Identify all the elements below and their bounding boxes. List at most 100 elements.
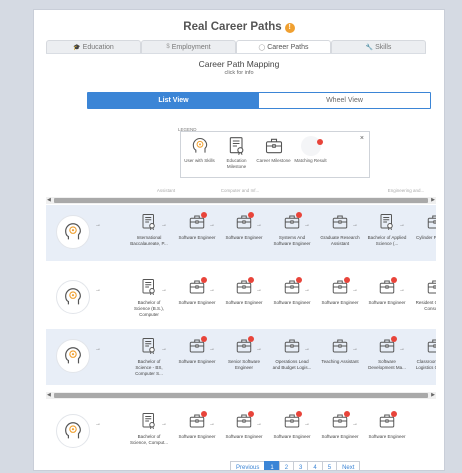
arrow-icon: → bbox=[352, 421, 358, 427]
page-button[interactable]: 5 bbox=[321, 461, 338, 470]
briefcase-icon bbox=[234, 277, 254, 296]
head-icon bbox=[62, 286, 84, 308]
arrow-icon: → bbox=[209, 346, 215, 352]
path-row: → Bachelor of Science, Comput... → Software… bbox=[46, 404, 436, 454]
arrow-icon: → bbox=[95, 346, 101, 352]
graduation-icon: 🎓 bbox=[73, 44, 81, 51]
career-milestone[interactable]: Senior Software Engineer bbox=[224, 336, 264, 371]
arrow-icon: → bbox=[256, 222, 262, 228]
arrow-icon: → bbox=[209, 421, 215, 427]
milestone-label: Software Engineer bbox=[178, 434, 216, 439]
scroll-thumb[interactable] bbox=[54, 198, 428, 203]
legend-item: User with Skills bbox=[181, 136, 218, 164]
career-milestone[interactable]: Cylinder Processor bbox=[415, 213, 436, 241]
milestone-label: Systems And Software Engineer bbox=[273, 235, 311, 246]
scroll-left-icon[interactable]: ◀ bbox=[47, 197, 51, 204]
briefcase-icon bbox=[377, 411, 397, 430]
tab-employment[interactable]: $ Employment bbox=[141, 40, 236, 53]
match-dot-icon bbox=[296, 212, 302, 218]
scroll-right-icon[interactable]: ▶ bbox=[431, 197, 435, 204]
milestone-label: Teaching Assistant bbox=[321, 359, 359, 364]
briefcase-icon bbox=[425, 278, 436, 296]
match-dot-icon bbox=[344, 411, 350, 417]
education-milestone[interactable]: International Baccalaureate, P... bbox=[129, 213, 169, 247]
red-dot-icon bbox=[300, 136, 323, 156]
career-milestone[interactable]: Software Development Ma... bbox=[367, 336, 407, 371]
match-dot-icon bbox=[391, 277, 397, 283]
legend-close-icon[interactable]: × bbox=[360, 135, 364, 142]
milestone-label: International Baccalaureate, P... bbox=[130, 235, 168, 246]
milestone-label: Software Engineer bbox=[368, 434, 406, 439]
tab-skills[interactable]: 🔧 Skills bbox=[331, 40, 426, 53]
career-milestone[interactable]: Resident Computer Consultant bbox=[415, 278, 436, 312]
briefcase-icon bbox=[282, 337, 302, 355]
career-milestone[interactable]: Operations Lead and Budget Logis... bbox=[272, 337, 312, 371]
milestone-label: Software Engineer bbox=[225, 434, 263, 439]
head-icon bbox=[62, 221, 84, 243]
faded-label: Assistant bbox=[156, 188, 176, 193]
info-link[interactable]: click for info bbox=[34, 70, 444, 76]
milestone-label: Resident Computer Consultant bbox=[415, 300, 436, 311]
arrow-icon: → bbox=[209, 222, 215, 228]
app-frame: Real Career Paths! 🎓 Education $ Employm… bbox=[33, 9, 445, 471]
previous-page-button[interactable]: Previous bbox=[230, 461, 266, 470]
head-icon bbox=[62, 420, 84, 442]
tab-education[interactable]: 🎓 Education bbox=[46, 40, 141, 53]
page-button[interactable]: 1 bbox=[264, 461, 280, 470]
page-button[interactable]: 3 bbox=[293, 461, 309, 470]
certificate-icon bbox=[139, 278, 159, 296]
career-milestone[interactable]: Systems And Software Engineer bbox=[272, 212, 312, 247]
match-dot-icon bbox=[201, 277, 207, 283]
scroll-right-icon[interactable]: ▶ bbox=[431, 392, 435, 399]
education-milestone[interactable]: Bachelor of Science, Comput... bbox=[129, 412, 169, 446]
briefcase-icon bbox=[234, 336, 254, 355]
arrow-icon: → bbox=[161, 287, 167, 293]
arrow-icon: → bbox=[399, 222, 405, 228]
career-milestone[interactable]: Graduate Research Assistant bbox=[320, 213, 360, 247]
path-row: → Bachelor of Science - BS, Computer S...… bbox=[46, 329, 436, 385]
arrow-icon: → bbox=[95, 421, 101, 427]
certificate-icon bbox=[139, 213, 159, 231]
path-row: → Bachelor of Science (B.S.), Computer → So… bbox=[46, 270, 436, 326]
match-dot-icon bbox=[201, 212, 207, 218]
horizontal-scrollbar[interactable]: ◀ ▶ bbox=[46, 197, 436, 204]
legend-item-label: Career Milestone bbox=[256, 158, 291, 163]
briefcase-icon bbox=[282, 277, 302, 296]
career-milestone[interactable]: Software Engineer bbox=[367, 411, 407, 440]
scroll-left-icon[interactable]: ◀ bbox=[47, 392, 51, 399]
user-avatar bbox=[56, 280, 90, 314]
horizontal-scrollbar[interactable]: ◀ ▶ bbox=[46, 392, 436, 399]
user-avatar bbox=[56, 215, 90, 249]
milestone-label: Software Engineer bbox=[178, 235, 216, 240]
arrow-icon: → bbox=[304, 222, 310, 228]
legend-item: Matching Result bbox=[292, 136, 329, 164]
page-button[interactable]: 2 bbox=[278, 461, 295, 470]
match-dot-icon bbox=[201, 411, 207, 417]
milestone-label: Bachelor of Applied Science (... bbox=[367, 235, 407, 246]
app-title: Real Career Paths! bbox=[34, 21, 444, 33]
list-view-button[interactable]: List View bbox=[88, 93, 259, 108]
match-dot-icon bbox=[296, 411, 302, 417]
briefcase-icon bbox=[377, 277, 397, 296]
arrow-icon: → bbox=[161, 222, 167, 228]
tab-career-paths[interactable]: ◯ Career Paths bbox=[236, 40, 331, 53]
info-icon[interactable]: ! bbox=[284, 23, 295, 33]
milestone-label: Software Engineer bbox=[368, 300, 406, 305]
education-milestone[interactable]: Bachelor of Science (B.S.), Computer bbox=[129, 278, 169, 318]
briefcase-icon bbox=[187, 411, 207, 430]
page-button[interactable]: 4 bbox=[307, 461, 323, 470]
legend-item-label: Education Milestone bbox=[226, 158, 247, 170]
next-page-button[interactable]: Next bbox=[336, 461, 361, 470]
arrow-icon: → bbox=[95, 287, 101, 293]
career-milestone[interactable]: Classroom Project Logistics Coordin... bbox=[415, 337, 436, 371]
milestone-label: Software Engineer bbox=[273, 300, 311, 305]
career-path-grid: Assistant Computer and Inf... Engineering … bbox=[46, 186, 436, 454]
arrow-icon: → bbox=[352, 222, 358, 228]
education-milestone[interactable]: Bachelor of Applied Science (... bbox=[367, 213, 407, 247]
milestone-label: Senior Software Engineer bbox=[227, 359, 261, 370]
legend-item: Education Milestone bbox=[218, 136, 255, 170]
education-milestone[interactable]: Bachelor of Science - BS, Computer S... bbox=[129, 337, 169, 377]
scroll-thumb[interactable] bbox=[54, 393, 428, 398]
milestone-label: Software Engineer bbox=[273, 434, 311, 439]
wheel-view-button[interactable]: Wheel View bbox=[259, 93, 430, 108]
